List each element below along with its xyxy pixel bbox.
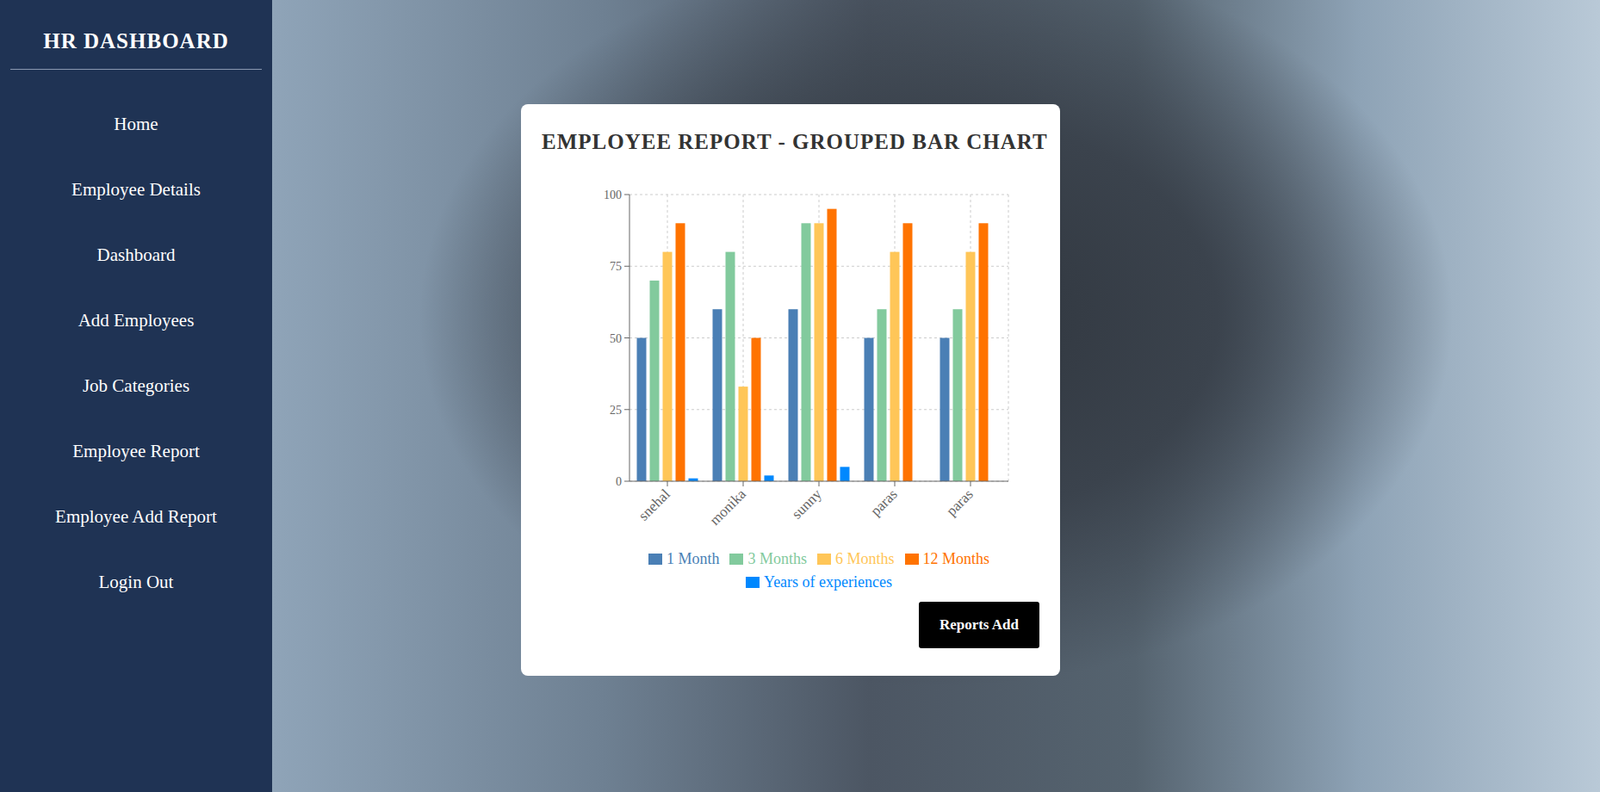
y-tick-label: 100 (603, 188, 622, 202)
legend-swatch-icon (729, 553, 744, 565)
bar[interactable] (814, 223, 825, 482)
bar[interactable] (940, 338, 950, 483)
y-tick-label: 50 (609, 332, 622, 346)
hr-dashboard-page: HR DASHBOARDHomeEmployee DetailsDashboar… (0, 0, 1600, 792)
x-tick-label: sunny (788, 485, 826, 523)
legend-item[interactable]: 6 Months (817, 550, 895, 569)
bar[interactable] (801, 223, 812, 482)
card-title: EMPLOYEE REPORT - GROUPED BAR CHART (541, 130, 1040, 155)
legend-swatch-icon (817, 553, 832, 565)
bar[interactable] (788, 309, 799, 482)
bar[interactable] (764, 475, 775, 482)
y-tick-mark (624, 481, 630, 483)
y-tick-label: 0 (615, 475, 622, 489)
y-tick-mark (624, 337, 630, 339)
legend-swatch-icon (905, 553, 919, 565)
x-tick-mark (894, 481, 896, 487)
bar[interactable] (979, 223, 989, 482)
sidebar-item[interactable]: Login Out (0, 549, 273, 615)
bar[interactable] (725, 252, 736, 482)
sidebar-item[interactable]: Home (0, 91, 273, 157)
x-tick-mark (743, 481, 745, 487)
legend-item[interactable]: Years of experiences (745, 573, 893, 592)
legend-item[interactable]: 1 Month (648, 550, 720, 569)
bar[interactable] (840, 466, 850, 482)
report-card: EMPLOYEE REPORT - GROUPED BAR CHART 0 25 50… (520, 104, 1061, 676)
sidebar-item[interactable]: Employee Add Report (0, 483, 273, 550)
sidebar-item[interactable]: Employee Report (0, 418, 273, 484)
y-tick-mark (624, 266, 630, 267)
bar[interactable] (877, 309, 887, 482)
sidebar: HR DASHBOARDHomeEmployee DetailsDashboar… (0, 0, 273, 792)
main-area: EMPLOYEE REPORT - GROUPED BAR CHART 0 25 50… (272, 0, 1600, 792)
x-tick-mark (667, 481, 669, 487)
bar[interactable] (966, 252, 976, 482)
bar[interactable] (827, 209, 838, 482)
y-tick-label: 75 (609, 260, 622, 273)
sidebar-item[interactable]: Add Employees (0, 287, 273, 354)
y-tick-mark (624, 409, 630, 410)
bar[interactable] (738, 386, 749, 482)
reports-add-button[interactable]: Reports Add (918, 601, 1040, 649)
bar[interactable] (675, 223, 686, 482)
x-tick-label: monika (706, 485, 750, 529)
bar[interactable] (903, 223, 913, 482)
legend-swatch-icon (745, 576, 760, 589)
y-tick-label: 25 (609, 403, 622, 417)
bar[interactable] (751, 338, 762, 483)
bar[interactable] (637, 338, 647, 483)
sidebar-nav: HomeEmployee DetailsDashboardAdd Employe… (0, 69, 273, 615)
y-tick-mark (624, 194, 630, 196)
grouped-bar-chart: 0 25 50 75 100 snehal monika sunny paras paras (541, 171, 1040, 551)
grid-line (1008, 194, 1010, 482)
x-tick-label: paras (867, 485, 901, 520)
x-tick-label: paras (942, 485, 977, 520)
card-actions: Reports Add (541, 601, 1040, 649)
sidebar-item[interactable]: Job Categories (0, 353, 273, 419)
sidebar-title: HR DASHBOARD (0, 0, 273, 69)
sidebar-item[interactable]: Employee Details (0, 156, 273, 223)
legend-item[interactable]: 3 Months (729, 550, 807, 569)
bar[interactable] (713, 309, 723, 482)
bar[interactable] (650, 280, 660, 482)
chart-legend: 1 Month 3 Months 6 Months 12 Months Year… (620, 550, 1018, 592)
bar[interactable] (953, 309, 963, 482)
legend-swatch-icon (648, 553, 663, 565)
legend-item[interactable]: 12 Months (905, 550, 991, 569)
bar[interactable] (890, 252, 900, 482)
x-tick-mark (818, 481, 820, 487)
x-tick-mark (970, 481, 972, 487)
grid (629, 194, 1009, 482)
bar[interactable] (864, 338, 875, 483)
sidebar-divider (10, 68, 262, 70)
bar[interactable] (663, 252, 673, 482)
x-tick-label: snehal (635, 485, 674, 524)
sidebar-item[interactable]: Dashboard (0, 222, 273, 288)
